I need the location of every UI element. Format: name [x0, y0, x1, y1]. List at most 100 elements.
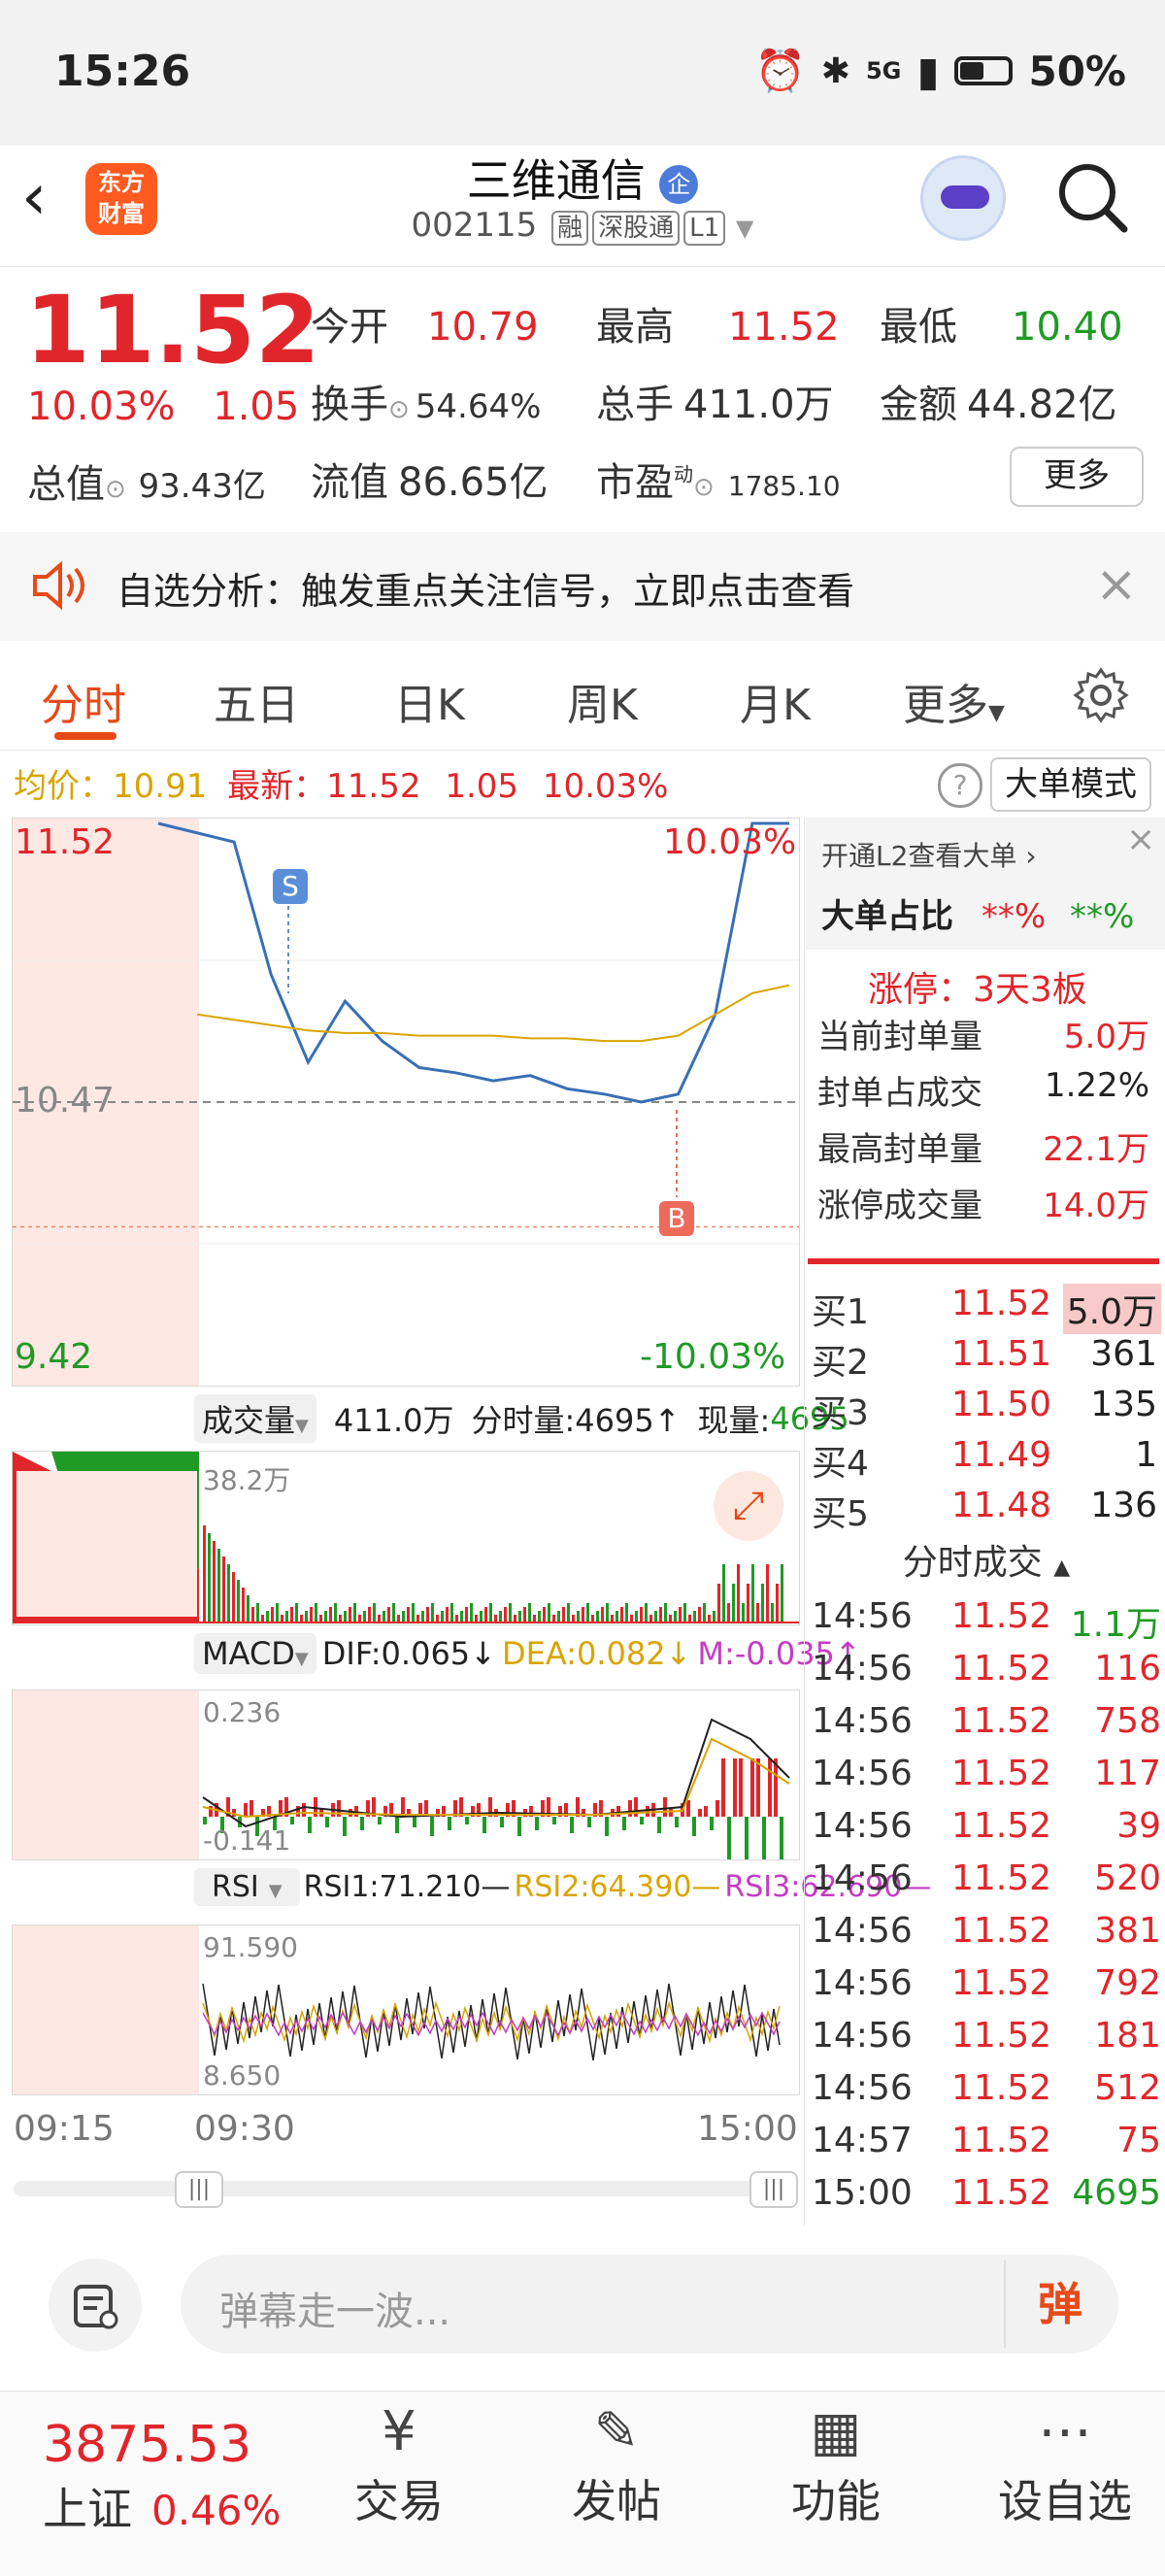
pe-dynamic-mark: 动 [674, 462, 693, 486]
volume-bar [426, 1607, 429, 1623]
volume-bar [616, 1611, 618, 1623]
volume-bar [363, 1611, 366, 1623]
volume-bar [383, 1611, 385, 1623]
notice-bar[interactable]: 自选分析：触发重点关注信号，立即点击查看 × [0, 532, 1165, 641]
dropdown-icon[interactable]: ▼ [736, 215, 753, 242]
volume-bar [222, 1556, 225, 1623]
comment-list-button[interactable] [49, 2258, 142, 2352]
nav-functions[interactable]: ▦ 功能 [763, 2398, 909, 2530]
network-indicator: 5G [865, 57, 902, 84]
buy-marker[interactable]: B [659, 1201, 694, 1236]
range-slider-track[interactable] [14, 2181, 790, 2196]
tab-five-day[interactable]: 五日 [214, 670, 299, 732]
trade-time: 14:56 [812, 2016, 913, 2056]
trade-volume: 758 [1094, 1701, 1161, 1741]
macd-scale-top: 0.236 [203, 1696, 282, 1728]
trade-row: 14:56 11.52 792 [812, 1963, 1161, 2003]
volume-bar [761, 1584, 764, 1623]
volume-row: 总手 411.0万 [596, 373, 834, 429]
info-icon[interactable]: ⊙ [693, 473, 715, 502]
tab-daily-k[interactable]: 日K [394, 670, 465, 732]
sell-marker[interactable]: S [273, 869, 308, 904]
volume-chart: 38.2万 ⤢ [12, 1451, 800, 1625]
volume-bar [722, 1564, 725, 1623]
volume-bar [465, 1607, 468, 1623]
stat-value: 5.0万 [1063, 1018, 1149, 1056]
status-bar: 15:26 ⏰ ✱ 5G ▮ 50% [0, 0, 1165, 146]
index-ticker[interactable]: 3875.53 上证 0.46% [43, 2416, 281, 2538]
bid-price: 11.48 [951, 1486, 1052, 1525]
bid-volume: 136 [1090, 1486, 1157, 1525]
macd-bar [302, 1803, 306, 1817]
volume-bar [402, 1611, 405, 1623]
nav-add-watchlist[interactable]: ⋯ 设自选 [982, 2398, 1148, 2530]
dropdown-icon: ▼ [268, 1881, 283, 1901]
settings-icon[interactable] [1072, 666, 1130, 724]
macd-bar [360, 1817, 364, 1830]
close-icon[interactable]: × [1095, 555, 1138, 614]
tab-monthly-k[interactable]: 月K [740, 670, 811, 732]
volume-bar [635, 1611, 638, 1623]
bid-row[interactable]: 买4 11.49 1 [812, 1435, 1161, 1486]
bid-row[interactable]: 买3 11.50 135 [812, 1385, 1161, 1435]
bid-row[interactable]: 买5 11.48 136 [812, 1486, 1161, 1536]
nav-post[interactable]: ✎ 发帖 [544, 2398, 689, 2530]
l2-link[interactable]: 开通L2查看大单 › [821, 835, 1037, 874]
high-label: 最高 [596, 305, 674, 350]
macd-bar [483, 1817, 486, 1833]
macd-bar [570, 1817, 574, 1833]
tab-intraday[interactable]: 分时 [41, 670, 126, 732]
intraday-chart[interactable]: 11.52 10.47 9.42 10.03% -10.03% S B [12, 818, 800, 1387]
volume-bar [504, 1607, 507, 1623]
expand-icon[interactable]: ⤢ [714, 1471, 783, 1541]
dropdown-icon: ▼ [294, 1649, 309, 1669]
tab-weekly-k[interactable]: 周K [567, 670, 638, 732]
trades-header[interactable]: 分时成交 ▲ [808, 1534, 1165, 1585]
l2-link-label: 开通L2查看大单 [821, 840, 1017, 872]
info-icon[interactable]: ⊙ [388, 395, 410, 424]
bid-label: 买2 [812, 1343, 869, 1383]
robot-avatar[interactable] [920, 155, 1006, 241]
bid-row[interactable]: 买1 11.52 5.0万 [812, 1284, 1161, 1334]
volume-bar [518, 1611, 521, 1623]
range-slider-right-handle[interactable]: ||| [749, 2171, 798, 2208]
macd-bar [325, 1817, 329, 1827]
big-order-mode-button[interactable]: 大单模式 [990, 757, 1151, 812]
volume-bar [533, 1615, 536, 1623]
volume-bar [261, 1615, 264, 1623]
macd-header: MACD▼ DIF:0.065↓ DEA:0.082↓ M:-0.035↑ [194, 1633, 861, 1674]
low-row: 最低 10.40 [880, 295, 1123, 351]
volume-bar [509, 1603, 512, 1623]
rsi-selector[interactable]: RSI ▼ [194, 1868, 300, 1906]
volume-bar [441, 1611, 444, 1623]
volume-bar [480, 1611, 483, 1623]
macd-selector[interactable]: MACD▼ [194, 1633, 316, 1674]
trade-volume: 181 [1094, 2016, 1161, 2056]
search-button[interactable] [1056, 161, 1130, 239]
more-button[interactable]: 更多 [1010, 447, 1144, 507]
volume-bar [213, 1541, 216, 1623]
comment-input[interactable]: 弹幕走一波... 弹 [181, 2255, 1118, 2354]
trade-row: 14:56 11.52 512 [812, 2068, 1161, 2108]
nav-trade[interactable]: ¥ 交易 [326, 2398, 472, 2530]
info-icon[interactable]: ⊙ [105, 475, 126, 504]
danmu-toggle[interactable]: 弹 [1004, 2260, 1115, 2348]
range-slider-left-handle[interactable]: ||| [175, 2171, 223, 2208]
battery-icon [954, 56, 1014, 85]
bid-row[interactable]: 买2 11.51 361 [812, 1334, 1161, 1385]
volume-selector[interactable]: 成交量▼ [194, 1394, 316, 1443]
macd-bar [343, 1817, 347, 1836]
macd-bar [465, 1817, 469, 1824]
trade-row: 14:56 11.52 758 [812, 1701, 1161, 1741]
volume-bar [625, 1603, 628, 1623]
open-value: 10.79 [427, 305, 539, 350]
trade-price: 11.52 [951, 2121, 1052, 2160]
volume-bar [455, 1615, 458, 1623]
volume-bar [499, 1611, 502, 1623]
l2-close-icon[interactable]: × [1126, 820, 1155, 859]
tab-more[interactable]: 更多▼ [903, 670, 1005, 732]
volume-bar [572, 1615, 575, 1623]
volume-bar [582, 1607, 584, 1623]
macd-bar [250, 1800, 253, 1817]
help-icon[interactable]: ? [938, 763, 982, 808]
